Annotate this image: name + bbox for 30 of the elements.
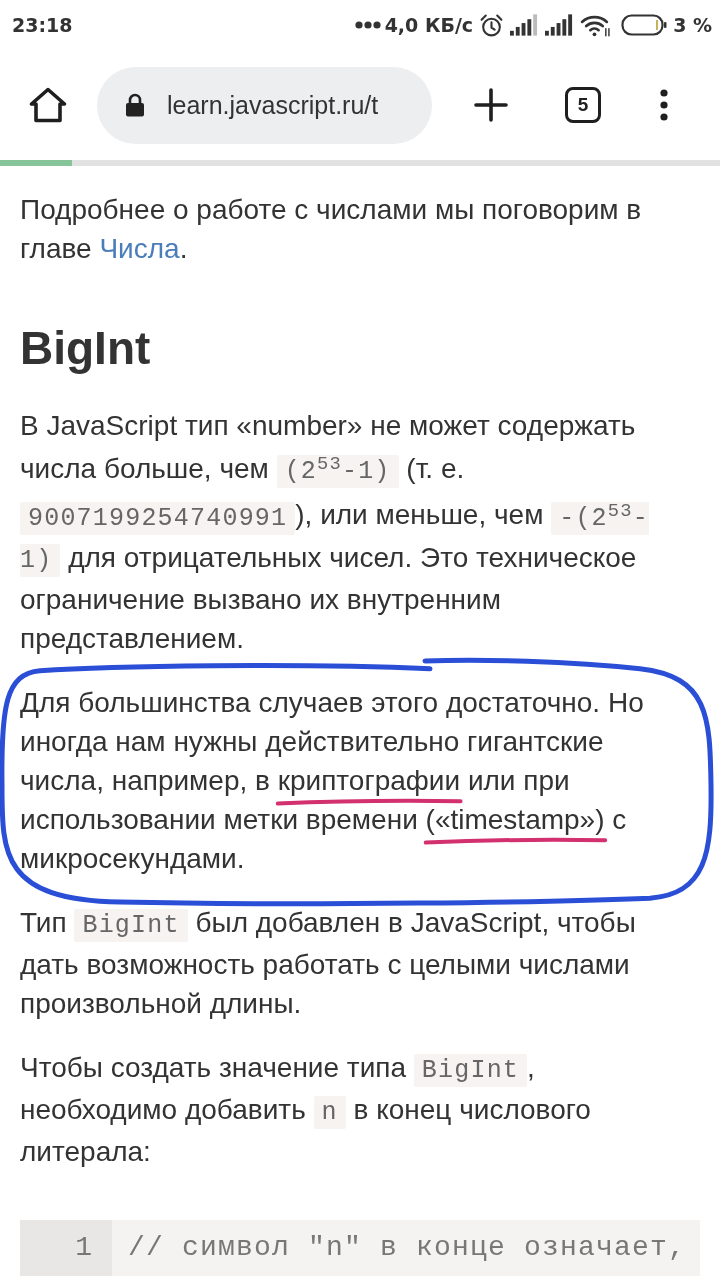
lock-icon [125, 93, 145, 117]
home-icon[interactable] [29, 87, 67, 123]
inline-code: n [313, 1095, 346, 1129]
article-paragraph: В JavaScript тип «number» не может содержать числа больше, чем (2$^{53}$-1) (т. е. 9007199254740991 ), или меньше, чем -(2$^{53}$-1) для отрицательных чисел. Это техническое ограничение вызвано их внутренним представлением. [20, 409, 650, 656]
line-number: 1 [75, 1230, 92, 1265]
article-paragraph: Для большинства случаев этого достаточно. Но иногда нам нужны действительно гигантские числа, например, в криптографии или при использовании метки времени («timestamp») с микросекундами. [20, 685, 645, 876]
code-line: // символ "n" в конце означает, [128, 1230, 687, 1265]
address-bar[interactable]: learn.javascript.ru/t [97, 66, 432, 144]
tab-count-button[interactable]: 5 [565, 87, 601, 123]
inline-code: 9007199254740991 [20, 501, 296, 535]
dots-icon [354, 21, 381, 29]
signal-icon [545, 14, 575, 36]
chapter-link[interactable]: Числа [99, 233, 180, 264]
section-heading: BigInt [20, 321, 152, 376]
network-speed: 4,0 КБ/с [384, 14, 474, 36]
article-paragraph: Подробнее о работе с числами мы поговорим в главе Числа. [20, 193, 643, 266]
inline-code: BigInt [413, 1053, 528, 1087]
inline-code: BigInt [74, 908, 188, 942]
battery-percent: 3 % [673, 14, 712, 36]
article-paragraph: Тип BigInt был добавлен в JavaScript, чтобы дать возможность работать с целыми числами произвольной длины. [20, 905, 637, 1021]
battery-icon [621, 14, 668, 36]
plus-icon[interactable] [474, 88, 508, 122]
article-paragraph: Чтобы создать значение типа BigInt , необходимо добавить n в конец числового литерала: [20, 1050, 592, 1169]
alarm-icon [479, 12, 505, 38]
menu-icon[interactable] [660, 89, 668, 121]
wifi-icon [580, 13, 612, 37]
url-text: learn.javascript.ru/t [167, 90, 379, 120]
clock-time: 23:18 [12, 14, 73, 36]
inline-code: (2$^{53}$-1) [276, 455, 399, 489]
signal-icon [510, 14, 540, 36]
